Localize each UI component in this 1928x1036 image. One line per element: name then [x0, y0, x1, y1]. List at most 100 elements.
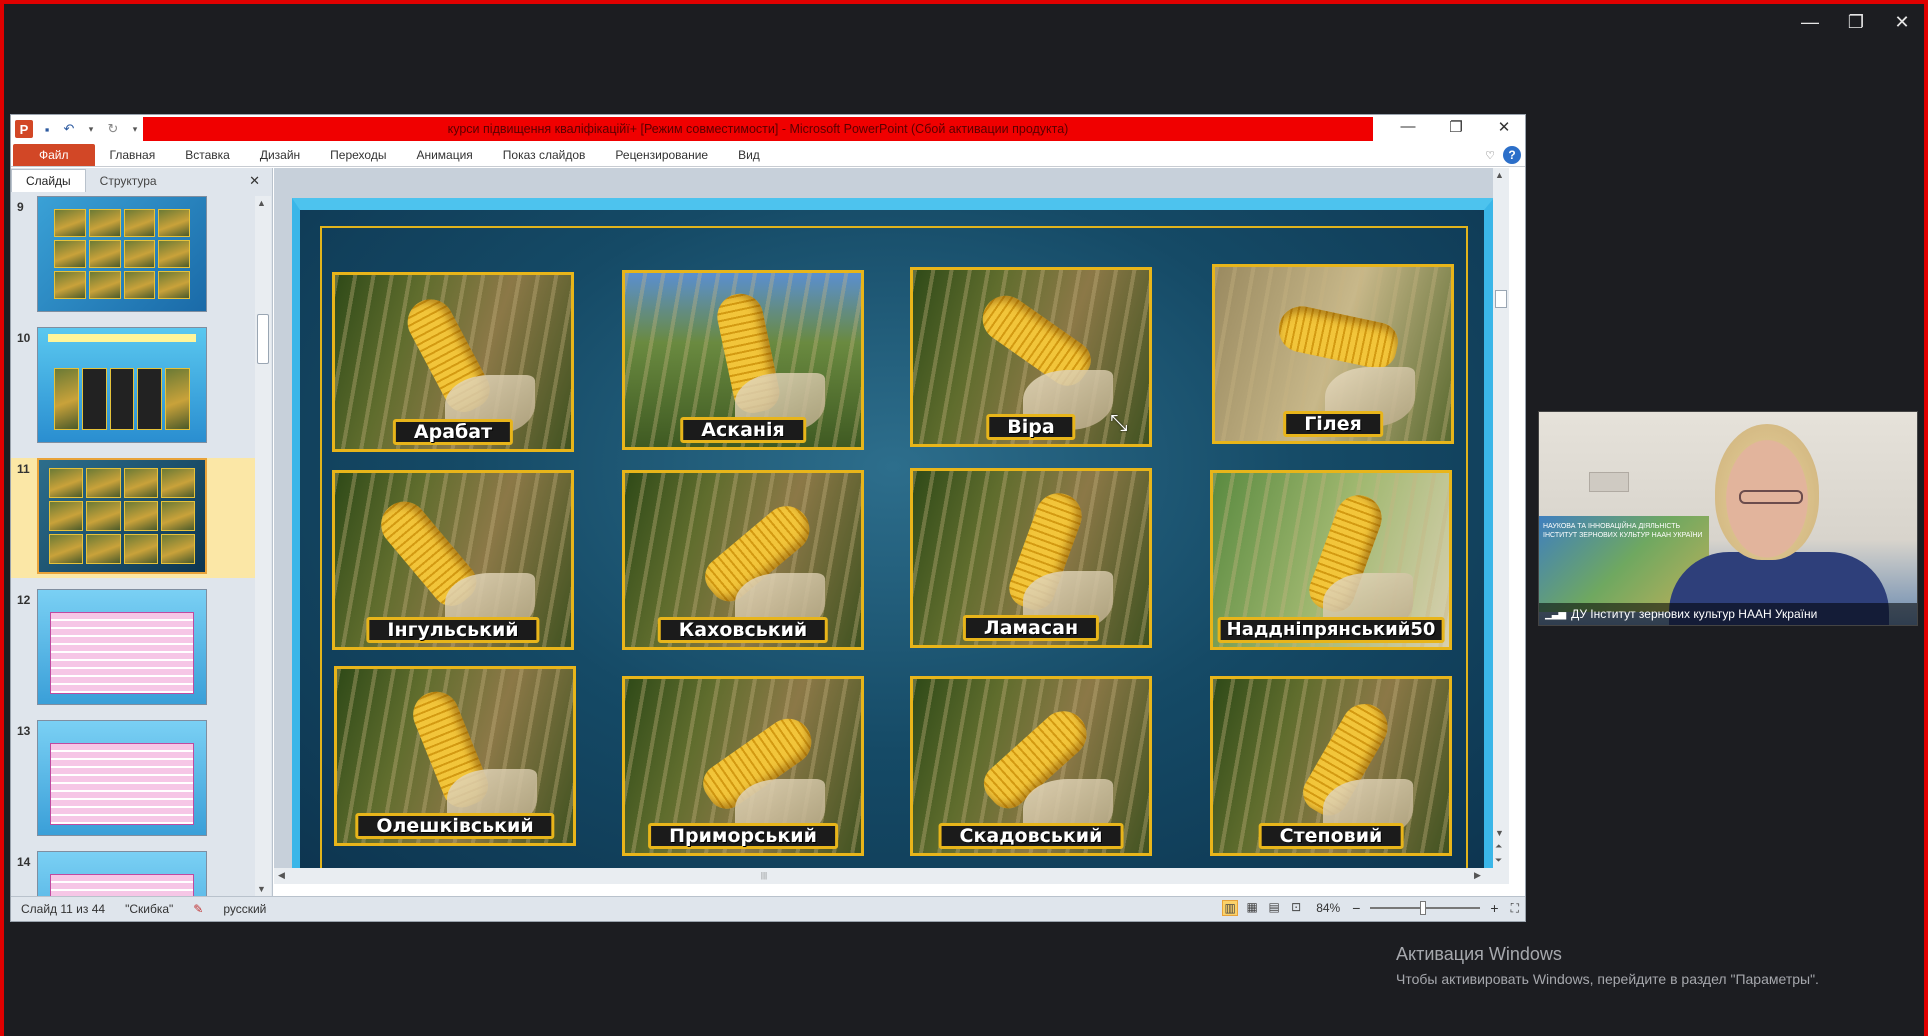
editor-horizontal-scrollbar[interactable]: ◀ ||| ▶ [274, 868, 1509, 884]
slideshow-view-icon[interactable]: ⊡ [1288, 900, 1304, 916]
scroll-up-icon[interactable]: ▲ [257, 198, 266, 208]
maximize-button[interactable]: ❐ [1445, 118, 1467, 136]
slide-number: 12 [17, 593, 31, 607]
host-close-button[interactable]: ✕ [1890, 12, 1914, 33]
slide-number: 10 [17, 331, 31, 345]
tab-home[interactable]: Главная [95, 148, 171, 162]
tab-file[interactable]: Файл [13, 143, 95, 166]
close-button[interactable]: ✕ [1493, 118, 1515, 136]
scrollbar-knob[interactable] [257, 314, 269, 364]
next-slide-icon[interactable]: ⏷ [1495, 855, 1502, 866]
undo-icon[interactable]: ↶ [61, 121, 77, 137]
corn-photo-skadovskyi[interactable]: Скадовський [910, 676, 1152, 856]
slide-thumbnail-12[interactable]: 12 [11, 589, 255, 709]
save-icon[interactable]: ▪ [39, 122, 55, 137]
corn-photo-askania[interactable]: Асканія [622, 270, 864, 450]
view-zoom-controls: ▥ ▦ ▤ ⊡ 84% − + ⛶ [1222, 900, 1519, 916]
corn-photo-arabat[interactable]: Арабат [332, 272, 574, 452]
slide-number: 13 [17, 724, 31, 738]
slide-number: 9 [17, 200, 24, 214]
tab-outline[interactable]: Структура [86, 170, 171, 192]
tab-review[interactable]: Рецензирование [600, 148, 723, 162]
fit-slide-icon[interactable]: ⛶ [1505, 901, 1519, 916]
slide-thumbnail-11[interactable]: 11 [11, 458, 255, 578]
slide-edit-area: Арабат Асканія Віра Гілея Інгульський Ка… [274, 168, 1509, 884]
spellcheck-icon[interactable]: ✎ [183, 902, 213, 916]
variety-label: Каховський [657, 617, 829, 643]
variety-label: Арабат [392, 419, 514, 445]
host-minimize-button[interactable]: — [1798, 12, 1822, 33]
window-controls: — ❐ ✕ [1397, 118, 1515, 136]
pane-close-icon[interactable]: ✕ [249, 173, 260, 189]
corn-photo-stepovyi[interactable]: Степовий [1210, 676, 1452, 856]
mouse-cursor-icon: ⤡ [1110, 410, 1128, 435]
video-tile[interactable]: НАУКОВА ТА ІННОВАЦІЙНА ДІЯЛЬНІСТЬ ІНСТИТ… [1538, 411, 1918, 626]
scroll-right-icon[interactable]: ▶ [1474, 870, 1481, 881]
corn-photo-oleshkivskyi[interactable]: Олешківський [334, 666, 576, 846]
language-indicator[interactable]: русский [213, 902, 276, 916]
tab-slides[interactable]: Слайды [11, 169, 86, 192]
zoom-out-icon[interactable]: − [1352, 900, 1360, 916]
slide-preview [37, 327, 207, 443]
scroll-down-icon[interactable]: ▼ [1495, 828, 1504, 838]
slide-number: 11 [17, 462, 30, 476]
dropdown-icon[interactable]: ▾ [83, 124, 99, 135]
slide-preview [37, 589, 207, 705]
ribbon-right-controls: ♡ ? [1485, 146, 1521, 164]
zoom-in-icon[interactable]: + [1490, 900, 1498, 916]
zoom-slider[interactable] [1370, 901, 1481, 915]
powerpoint-logo-icon[interactable]: P [15, 120, 33, 138]
signal-strength-icon: ▁▃▅ [1545, 608, 1566, 620]
host-restore-button[interactable]: ❐ [1844, 12, 1868, 33]
title-bar: P ▪ ↶ ▾ ↻ ▾ курси підвищення кваліфікаці… [11, 115, 1525, 143]
participant-name: ДУ Інститут зернових культур НААН Україн… [1571, 607, 1818, 621]
window-title: курси підвищення кваліфікаційї+ [Режим с… [143, 117, 1373, 141]
redo-icon[interactable]: ↻ [105, 121, 121, 137]
corn-photo-prymorskyi[interactable]: Приморський [622, 676, 864, 856]
tab-design[interactable]: Дизайн [245, 148, 315, 162]
theme-name: "Скибка" [125, 902, 174, 916]
slide-thumbnails: 9 10 11 12 13 14 [11, 196, 255, 896]
variety-label: Інгульський [366, 617, 540, 643]
slide-thumbnail-10[interactable]: 10 [11, 327, 255, 447]
corn-photo-inhulskyi[interactable]: Інгульський [332, 470, 574, 650]
variety-label: Асканія [680, 417, 806, 443]
slide-thumbnail-14[interactable]: 14 [11, 851, 255, 896]
corn-photo-hileia[interactable]: Гілея [1212, 264, 1454, 444]
scroll-down-icon[interactable]: ▼ [257, 884, 266, 894]
tab-insert[interactable]: Вставка [170, 148, 245, 162]
editor-vertical-scrollbar[interactable]: ▲ ▼ ⏶ ⏷ [1493, 168, 1509, 868]
glasses [1739, 490, 1803, 504]
previous-slide-icon[interactable]: ⏶ [1495, 841, 1502, 852]
variety-label: Олешківський [355, 813, 555, 839]
customize-qat-icon[interactable]: ▾ [127, 124, 143, 135]
tab-slideshow[interactable]: Показ слайдов [488, 148, 601, 162]
tab-transitions[interactable]: Переходы [315, 148, 401, 162]
help-icon[interactable]: ? [1503, 146, 1521, 164]
corn-photo-naddniprianskyi50[interactable]: Наддніпрянський50 [1210, 470, 1452, 650]
thumbnails-scrollbar[interactable]: ▲ ▼ [255, 196, 271, 896]
scroll-left-icon[interactable]: ◀ [278, 870, 285, 881]
slide-sorter-icon[interactable]: ▦ [1244, 900, 1260, 916]
tab-view[interactable]: Вид [723, 148, 775, 162]
slide-number: 14 [17, 855, 31, 869]
slides-pane: Слайды Структура ✕ 9 10 11 12 13 14 ▲ ▼ [11, 168, 273, 898]
zoom-level[interactable]: 84% [1310, 901, 1346, 915]
normal-view-icon[interactable]: ▥ [1222, 900, 1239, 916]
minimize-button[interactable]: — [1397, 118, 1419, 136]
tab-animation[interactable]: Анимация [401, 148, 487, 162]
corn-photo-kakhovskyi[interactable]: Каховський [622, 470, 864, 650]
corn-photo-lamasan[interactable]: Ламасан [910, 468, 1152, 648]
current-slide[interactable]: Арабат Асканія Віра Гілея Інгульський Ка… [292, 198, 1494, 870]
slide-thumbnail-9[interactable]: 9 [11, 196, 255, 316]
slide-preview [37, 851, 207, 896]
slide-thumbnail-13[interactable]: 13 [11, 720, 255, 840]
powerpoint-window: P ▪ ↶ ▾ ↻ ▾ курси підвищення кваліфікаці… [10, 114, 1526, 922]
variety-label: Ламасан [962, 615, 1100, 641]
collapse-ribbon-icon[interactable]: ♡ [1485, 149, 1495, 162]
map-caption: НАУКОВА ТА ІННОВАЦІЙНА ДІЯЛЬНІСТЬ ІНСТИТ… [1543, 523, 1703, 539]
scroll-up-icon[interactable]: ▲ [1495, 170, 1504, 180]
scrollbar-knob[interactable] [1495, 290, 1507, 308]
reading-view-icon[interactable]: ▤ [1266, 900, 1282, 916]
scrollbar-knob[interactable]: ||| [754, 871, 774, 881]
